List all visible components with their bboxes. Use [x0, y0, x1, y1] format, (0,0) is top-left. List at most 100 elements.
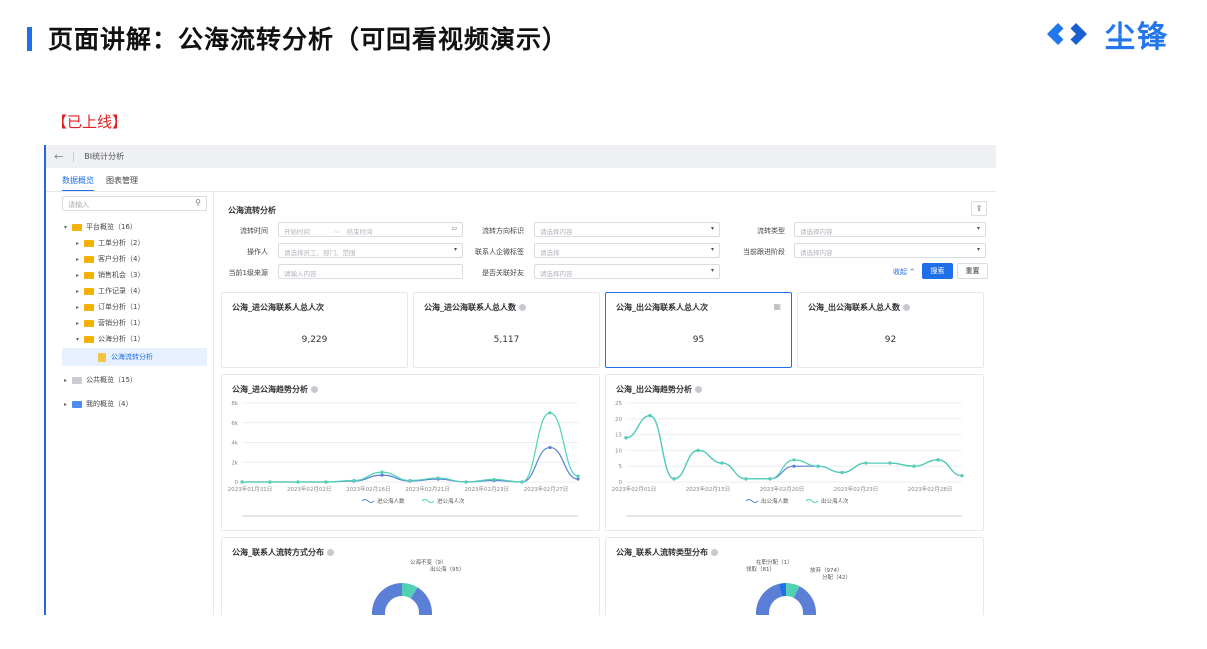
folder-icon: [72, 400, 82, 408]
flow-time-range-picker[interactable]: 开始时间 ~ 结束时间 ▭: [278, 222, 463, 237]
kpi-title-wrap: 公海_进公海联系人总人数: [424, 302, 526, 313]
tab-chart-management[interactable]: 图表管理: [106, 175, 138, 192]
tree-item-my-overview[interactable]: ▸ 我的概览（4）: [64, 399, 132, 409]
tree-item-label: 公海流转分析: [111, 353, 153, 361]
data-point: [792, 458, 796, 462]
x-tick-label: 2023年02月23日: [834, 485, 879, 493]
caret-right-icon[interactable]: ▸: [76, 272, 84, 279]
y-tick-label: 8k: [231, 401, 238, 407]
kpi-title: 公海_进公海联系人总人次: [232, 303, 324, 312]
friend-select[interactable]: 请选择内容 ▾: [534, 264, 720, 279]
tree-item-public-overview[interactable]: ▸ 公共概览（15）: [64, 375, 137, 385]
donut-chart: 在职分配（1）领取（81） 放弃（974）分配（42）: [746, 558, 851, 615]
flow-type-select[interactable]: 请选择内容 ▾: [794, 222, 986, 237]
data-point: [408, 478, 412, 483]
donut-chart: 公海不变（9）出公海（95）: [372, 558, 465, 615]
kpi-card[interactable]: 公海_出公海联系人总人次 ▦ 95: [605, 292, 792, 368]
caret-right-icon[interactable]: ▸: [76, 288, 84, 295]
operator-select[interactable]: 请选择员工、部门、范围 ▾: [278, 243, 463, 258]
data-point: [912, 464, 916, 468]
grid-icon[interactable]: ▦: [773, 302, 781, 311]
tree-item-ticket[interactable]: ▸ 工单分析（2）: [76, 238, 144, 248]
folder-icon: [84, 319, 94, 327]
data-point: [720, 461, 724, 465]
data-point: [576, 474, 580, 478]
caret-right-icon[interactable]: ▸: [76, 320, 84, 327]
tree-item-order[interactable]: ▸ 订单分析（1）: [76, 302, 144, 312]
y-tick-label: 10: [615, 448, 622, 454]
caret-right-icon[interactable]: ▸: [76, 256, 84, 263]
kpi-card[interactable]: 公海_出公海联系人总人数 92: [797, 292, 984, 368]
slice-label: 分配（42）: [822, 573, 851, 581]
reset-button[interactable]: 重置: [957, 263, 988, 279]
tree-item-label: 销售机会（3）: [98, 271, 145, 279]
data-point: [672, 477, 676, 481]
export-button[interactable]: ⇪: [971, 201, 987, 216]
kpi-card[interactable]: 公海_进公海联系人总人次 9,229: [221, 292, 408, 368]
data-point: [492, 477, 496, 482]
flow-type-placeholder: 请选择内容: [800, 228, 833, 236]
info-icon[interactable]: [519, 304, 526, 311]
chart-card-inflow-trend: 公海_进公海趋势分析 8k 6k 4k 2k 0 2023年01月31日 2023年02月0…: [221, 374, 600, 531]
data-point: [240, 480, 244, 484]
wecom-tag-select[interactable]: 请选择 ▾: [534, 243, 720, 258]
caret-right-icon[interactable]: ▸: [76, 240, 84, 247]
tree-item-platform[interactable]: ▾ 平台概览（16）: [64, 222, 137, 232]
app-title: BI统计分析: [84, 152, 125, 161]
logo-text: 尘锋: [1105, 20, 1169, 55]
slice-label: 出公海（95）: [430, 565, 465, 573]
folder-icon: [84, 303, 94, 311]
arrow-left-icon[interactable]: ←: [54, 150, 63, 163]
data-point: [936, 458, 940, 462]
tree-item-marketing[interactable]: ▸ 营销分析（1）: [76, 318, 144, 328]
operator-placeholder: 请选择员工、部门、范围: [284, 249, 356, 257]
caret-down-icon[interactable]: ▾: [64, 224, 72, 231]
tree-item-label: 平台概览（16）: [86, 223, 137, 231]
sidebar-search-input[interactable]: 请输入 ⚲: [62, 196, 207, 211]
caret-right-icon[interactable]: ▸: [64, 401, 72, 408]
tree-item-label: 工单分析（2）: [98, 239, 145, 247]
tab-bar: 数据概览 图表管理: [62, 175, 150, 192]
search-icon[interactable]: ⚲: [195, 198, 201, 207]
tree-item-label: 公共概览（15）: [86, 376, 137, 384]
y-tick-label: 0: [235, 480, 239, 486]
main-content: 公海流转分析 ⇪ 流转时间 开始时间 ~ 结束时间 ▭ 流转方向标识 请选择内容…: [216, 192, 996, 615]
tree-item-label: 订单分析（1）: [98, 303, 145, 311]
tab-overview[interactable]: 数据概览: [62, 175, 94, 192]
tree-item-opportunity[interactable]: ▸ 销售机会（3）: [76, 270, 144, 280]
tree-item-public-sea[interactable]: ▾ 公海分析（1）: [76, 334, 144, 344]
legend-label: 出公海人数: [761, 497, 789, 505]
divider: [73, 151, 75, 162]
x-tick-label: 2023年02月20日: [760, 485, 805, 493]
folder-icon: [84, 287, 94, 295]
tree-item-public-sea-flow[interactable]: 公海流转分析: [98, 352, 153, 362]
chart-card-flow-method: 公海_联系人流转方式分布 公海不变（9） 出公海（95）: [221, 537, 600, 615]
app-window: ← BI统计分析 数据概览 图表管理 请输入 ⚲ ▾ 平台概览（16） ▸ 工单…: [44, 145, 996, 615]
tree-item-work-record[interactable]: ▸ 工作记录（4）: [76, 286, 144, 296]
source-input[interactable]: 请输入内容: [278, 264, 463, 279]
collapse-filters-link[interactable]: 收起 ^: [893, 267, 915, 277]
data-point: [268, 480, 272, 484]
follow-stage-label: 当前跟进阶段: [743, 248, 785, 256]
caret-right-icon[interactable]: ▸: [76, 304, 84, 311]
friend-placeholder: 请选择内容: [540, 270, 573, 278]
y-tick-label: 4k: [231, 441, 238, 447]
tree-item-customer[interactable]: ▸ 客户分析（4）: [76, 254, 144, 264]
info-icon[interactable]: [903, 304, 910, 311]
search-button[interactable]: 搜索: [922, 263, 953, 279]
direction-placeholder: 请选择内容: [540, 228, 573, 236]
direction-select[interactable]: 请选择内容 ▾: [534, 222, 720, 237]
chevron-down-icon: ▾: [976, 225, 980, 232]
kpi-value: 95: [692, 335, 705, 345]
kpi-card[interactable]: 公海_进公海联系人总人数 5,117: [413, 292, 600, 368]
x-tick-label: 2023年02月01日: [612, 485, 657, 493]
donut-slice: [372, 583, 432, 615]
direction-label: 流转方向标识: [482, 227, 524, 235]
caret-right-icon[interactable]: ▸: [64, 377, 72, 384]
y-tick-label: 15: [615, 433, 622, 439]
series-line: [625, 415, 963, 480]
follow-stage-select[interactable]: 请选择内容 ▾: [794, 243, 986, 258]
data-point: [380, 470, 384, 474]
caret-down-icon[interactable]: ▾: [76, 336, 84, 343]
wecom-tag-label: 联系人企微标签: [475, 248, 524, 256]
